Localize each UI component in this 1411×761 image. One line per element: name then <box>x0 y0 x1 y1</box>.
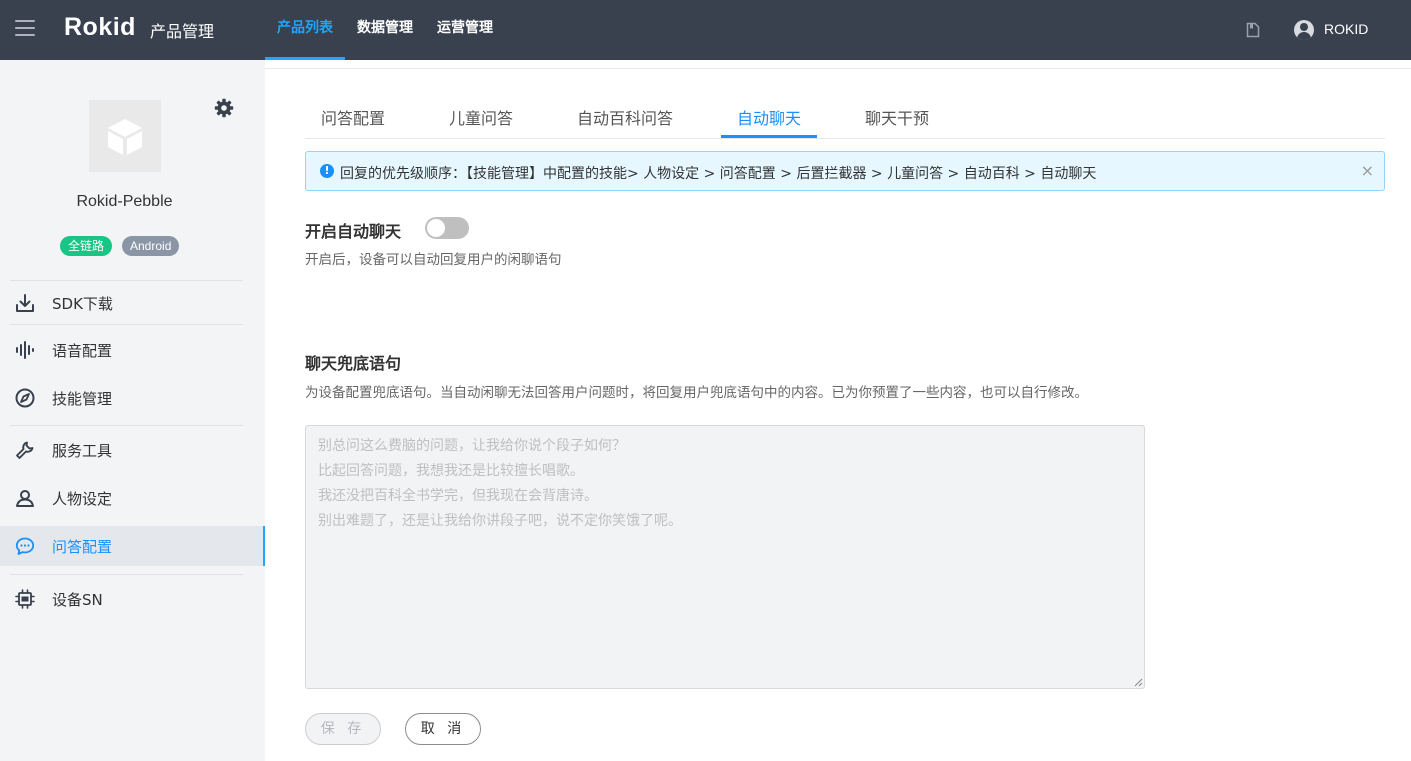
fallback-line: 别总问这么费脑的问题，让我给你说个段子如何？ <box>318 438 626 454</box>
sidebar-item-label: 语音配置 <box>52 342 113 360</box>
gear-icon[interactable] <box>214 98 234 118</box>
tab-auto-chat[interactable]: 自动聊天 <box>737 105 801 129</box>
save-button[interactable]: 保 存 <box>305 713 381 745</box>
sidebar-item-device-sn[interactable]: 设备SN <box>0 579 265 619</box>
wrench-icon <box>16 441 34 459</box>
divider <box>10 280 243 281</box>
fallback-textarea[interactable]: 别总问这么费脑的问题，让我给你说个段子如何？ 比起回答问题，我想我还是比较擅长唱… <box>305 425 1145 689</box>
download-icon <box>16 294 34 312</box>
cancel-button[interactable]: 取 消 <box>405 713 481 745</box>
auto-chat-title: 开启自动聊天 <box>305 222 402 241</box>
divider <box>10 324 243 325</box>
logo[interactable]: Rokid <box>64 13 136 42</box>
sidebar: Rokid-Pebble 全链路 Android SDK下载 语音配置 技能管理 <box>0 60 265 761</box>
tab-kids-qa[interactable]: 儿童问答 <box>449 105 513 129</box>
sidebar-item-label: 设备SN <box>52 591 103 609</box>
sidebar-item-persona[interactable]: 人物设定 <box>0 478 265 518</box>
product-image <box>89 100 161 172</box>
auto-chat-toggle[interactable] <box>425 217 469 239</box>
content-top-divider <box>265 68 1411 69</box>
alert-text: 回复的优先级顺序：【技能管理】中配置的技能> 人物设定 > 问答配置 > 后置拦… <box>340 166 1097 182</box>
chat-bubble-icon <box>15 537 35 555</box>
document-icon[interactable] <box>1246 22 1260 38</box>
sidebar-item-voice-config[interactable]: 语音配置 <box>0 330 265 370</box>
tag-android: Android <box>122 236 180 256</box>
divider <box>10 425 243 426</box>
tab-chat-intervention[interactable]: 聊天干预 <box>865 105 929 129</box>
section-title: 产品管理 <box>150 22 215 41</box>
cube-icon <box>108 119 142 155</box>
topnav-active-indicator <box>265 57 345 60</box>
topnav-data-management[interactable]: 数据管理 <box>357 0 413 60</box>
product-name: Rokid-Pebble <box>76 193 173 210</box>
sidebar-item-sdk-download[interactable]: SDK下载 <box>0 283 265 323</box>
topnav-product-list[interactable]: 产品列表 <box>277 0 333 60</box>
sidebar-item-label: SDK下载 <box>52 295 113 313</box>
fallback-line: 别出难题了，还是让我给你讲段子吧，说不定你笑饿了呢。 <box>318 513 682 529</box>
tab-qa-config[interactable]: 问答配置 <box>321 105 385 129</box>
sidebar-item-label: 服务工具 <box>52 442 113 460</box>
waveform-icon <box>16 341 34 359</box>
sidebar-item-label: 技能管理 <box>52 390 113 408</box>
sidebar-item-qa-config[interactable]: 问答配置 <box>0 526 265 566</box>
close-icon[interactable]: × <box>1361 162 1374 180</box>
topnav-operations[interactable]: 运营管理 <box>437 0 493 60</box>
tab-active-indicator <box>721 135 817 138</box>
sidebar-item-label: 问答配置 <box>52 538 113 556</box>
user-avatar-icon[interactable] <box>1294 20 1314 40</box>
sidebar-item-label: 人物设定 <box>52 490 113 508</box>
tab-auto-wiki-qa[interactable]: 自动百科问答 <box>577 105 673 129</box>
top-bar: Rokid 产品管理 产品列表 数据管理 运营管理 ROKID <box>0 0 1411 60</box>
compass-icon <box>15 388 35 408</box>
info-icon: ! <box>320 164 334 178</box>
fallback-line: 比起回答问题，我想我还是比较擅长唱歌。 <box>318 463 584 479</box>
fallback-title: 聊天兜底语句 <box>305 354 402 373</box>
user-name[interactable]: ROKID <box>1324 21 1368 37</box>
toggle-knob <box>427 219 445 237</box>
hamburger-icon[interactable] <box>15 20 35 38</box>
tag-full-link: 全链路 <box>60 236 113 256</box>
resize-handle-icon[interactable] <box>1134 678 1143 687</box>
persona-icon <box>16 490 34 507</box>
sidebar-item-skill-management[interactable]: 技能管理 <box>0 378 265 418</box>
chip-icon <box>15 589 35 609</box>
fallback-line: 我还没把百科全书学完，但我现在会背唐诗。 <box>318 488 598 504</box>
auto-chat-description: 开启后，设备可以自动回复用户的闲聊语句 <box>305 252 562 268</box>
divider <box>10 574 243 575</box>
sidebar-item-service-tools[interactable]: 服务工具 <box>0 430 265 470</box>
tabs-bottom-border <box>305 138 1385 139</box>
priority-alert: ! 回复的优先级顺序：【技能管理】中配置的技能> 人物设定 > 问答配置 > 后… <box>305 151 1385 191</box>
fallback-description: 为设备配置兜底语句。当自动闲聊无法回答用户问题时，将回复用户兜底语句中的内容。已… <box>305 385 1088 401</box>
